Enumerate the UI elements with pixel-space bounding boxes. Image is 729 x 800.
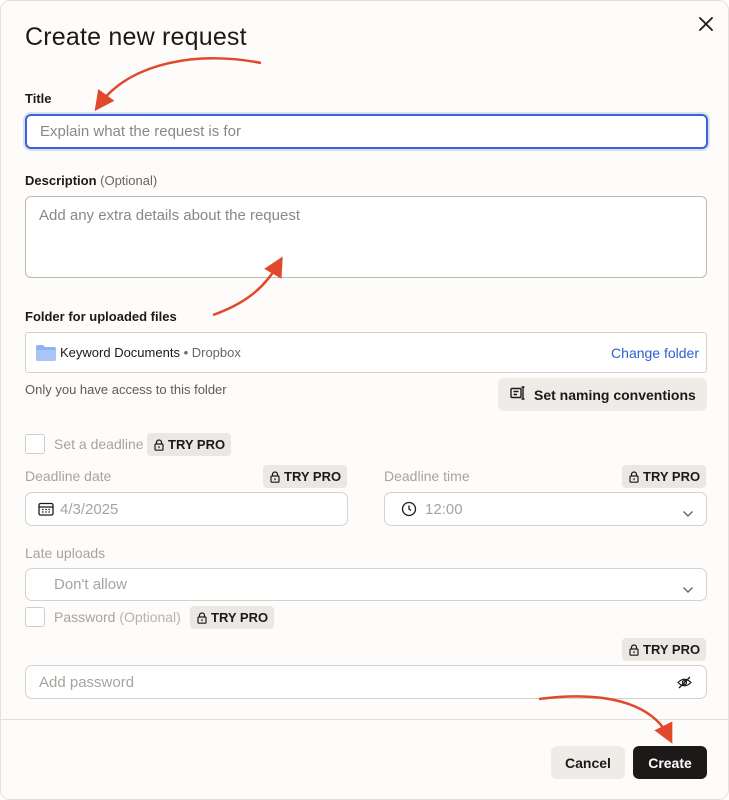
password-checkbox[interactable] [25, 607, 45, 627]
deadline-date-label: Deadline date [25, 468, 112, 484]
clock-icon [401, 501, 417, 517]
description-textarea[interactable] [25, 196, 707, 278]
arrow-to-create [538, 695, 673, 744]
chevron-down-icon [682, 505, 694, 522]
password-optional-text: (Optional) [119, 609, 181, 625]
folder-source: Dropbox [191, 345, 241, 360]
deadline-time-value: 12:00 [425, 500, 463, 518]
try-pro-label: TRY PRO [643, 469, 701, 484]
deadline-try-pro-badge[interactable]: TRY PRO [147, 433, 232, 456]
deadline-checkbox-label: Set a deadline [54, 436, 144, 452]
close-icon[interactable] [695, 13, 717, 35]
title-label: Title [25, 91, 52, 106]
folder-label: Folder for uploaded files [25, 309, 177, 324]
lock-icon [154, 438, 164, 451]
cancel-button[interactable]: Cancel [551, 746, 625, 779]
create-request-dialog: Create new request Title Description (Op… [0, 0, 729, 800]
eye-off-icon[interactable] [677, 676, 692, 689]
password-try-pro-badge[interactable]: TRY PRO [190, 606, 275, 629]
lock-icon [270, 470, 280, 483]
deadline-time-label: Deadline time [384, 468, 470, 484]
deadline-time-select[interactable]: 12:00 [384, 492, 707, 526]
late-uploads-select[interactable]: Don't allow [25, 568, 707, 601]
lock-icon [629, 470, 639, 483]
description-label-text: Description [25, 173, 97, 188]
late-uploads-label: Late uploads [25, 545, 106, 561]
title-input[interactable] [25, 114, 708, 149]
password-label-text: Password [54, 609, 116, 625]
folder-name: Keyword Documents • Dropbox [60, 345, 241, 360]
arrow-to-title [94, 57, 262, 112]
deadline-date-input[interactable]: 4/3/2025 [25, 492, 348, 526]
folder-separator: • [179, 345, 192, 360]
deadline-time-try-pro-badge[interactable]: TRY PRO [622, 465, 707, 488]
deadline-date-value: 4/3/2025 [60, 500, 119, 518]
deadline-checkbox[interactable] [25, 434, 45, 454]
chevron-down-icon [682, 581, 694, 598]
password-label: Password (Optional) [54, 609, 181, 625]
lock-icon [629, 643, 639, 656]
set-naming-conventions-button[interactable]: Set naming conventions [498, 378, 707, 411]
naming-conventions-icon [510, 385, 526, 404]
folder-icon [36, 345, 56, 366]
change-folder-link[interactable]: Change folder [611, 345, 699, 361]
folder-access-note: Only you have access to this folder [25, 382, 227, 397]
password-field-try-pro-badge[interactable]: TRY PRO [622, 638, 707, 661]
set-naming-conventions-label: Set naming conventions [534, 386, 696, 403]
lock-icon [197, 611, 207, 624]
folder-name-text: Keyword Documents [60, 345, 180, 360]
description-label: Description (Optional) [25, 173, 157, 188]
password-input[interactable]: Add password [25, 665, 707, 699]
deadline-date-try-pro-badge[interactable]: TRY PRO [263, 465, 348, 488]
create-button[interactable]: Create [633, 746, 707, 779]
try-pro-label: TRY PRO [284, 469, 342, 484]
try-pro-label: TRY PRO [643, 642, 701, 657]
dialog-title: Create new request [25, 23, 247, 51]
try-pro-label: TRY PRO [168, 437, 226, 452]
late-uploads-value: Don't allow [54, 576, 127, 593]
try-pro-label: TRY PRO [211, 610, 269, 625]
footer-divider [1, 719, 728, 720]
password-placeholder: Add password [39, 673, 135, 691]
calendar-icon [38, 502, 54, 516]
description-optional-text: (Optional) [100, 173, 158, 188]
folder-box: Keyword Documents • Dropbox Change folde… [25, 332, 707, 373]
